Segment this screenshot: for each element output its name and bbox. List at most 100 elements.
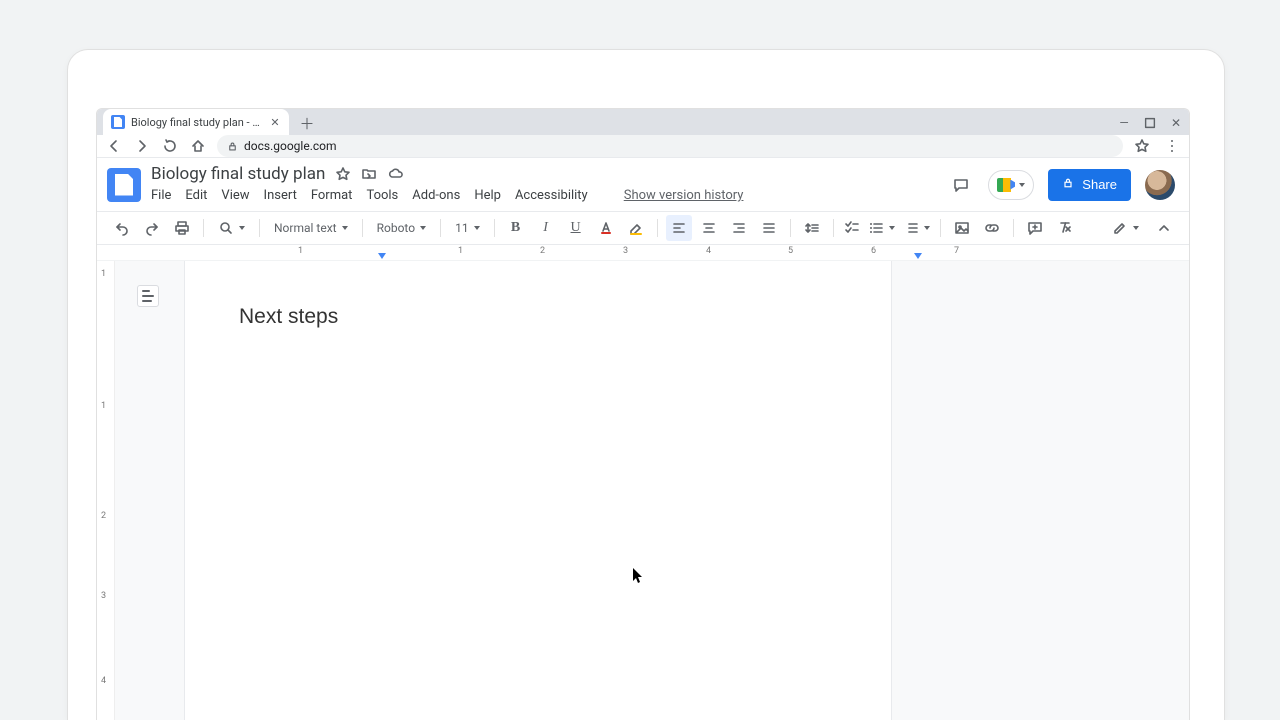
workspace: 11234 Next steps — [97, 261, 1189, 720]
share-label: Share — [1082, 177, 1117, 192]
forward-button[interactable] — [133, 137, 151, 155]
chevron-down-icon — [924, 226, 930, 230]
font-dropdown[interactable]: Roboto — [371, 215, 432, 241]
print-button[interactable] — [169, 215, 195, 241]
editing-mode-dropdown[interactable] — [1106, 215, 1145, 241]
browser-menu-icon[interactable] — [1163, 137, 1181, 155]
chevron-down-icon — [474, 226, 480, 230]
docs-favicon-icon — [111, 115, 125, 129]
align-center-button[interactable] — [696, 215, 722, 241]
menu-addons[interactable]: Add-ons — [412, 186, 460, 205]
horizontal-ruler[interactable]: 11234567 — [97, 245, 1189, 261]
browser-window: Biology final study plan - Google D ✕ ＋ … — [96, 108, 1190, 720]
close-tab-icon[interactable]: ✕ — [269, 116, 281, 128]
version-history-link[interactable]: Show version history — [624, 188, 744, 203]
docs-app: Biology final study plan Fi — [97, 158, 1189, 720]
address-bar: docs.google.com — [97, 135, 1189, 158]
menu-format[interactable]: Format — [311, 186, 353, 205]
new-tab-button[interactable]: ＋ — [295, 111, 319, 135]
menu-tools[interactable]: Tools — [366, 186, 398, 205]
ruler-tick: 1 — [298, 246, 303, 256]
chevron-down-icon — [239, 226, 245, 230]
style-label: Normal text — [274, 221, 337, 235]
mouse-cursor-icon — [632, 567, 644, 585]
ruler-tick: 1 — [458, 246, 463, 256]
omnibox[interactable]: docs.google.com — [217, 135, 1123, 157]
lock-icon — [227, 141, 238, 152]
ruler-tick: 4 — [706, 246, 711, 256]
app-header: Biology final study plan Fi — [97, 158, 1189, 205]
align-justify-button[interactable] — [756, 215, 782, 241]
show-outline-button[interactable] — [137, 285, 159, 307]
undo-button[interactable] — [109, 215, 135, 241]
text-color-button[interactable] — [593, 215, 619, 241]
ruler-tick: 3 — [623, 246, 628, 256]
vruler-tick: 1 — [101, 401, 106, 411]
line-spacing-button[interactable] — [799, 215, 825, 241]
lock-icon — [1062, 177, 1074, 192]
vertical-ruler[interactable]: 11234 — [97, 261, 115, 720]
bold-button[interactable]: B — [503, 215, 529, 241]
tab-strip: Biology final study plan - Google D ✕ ＋ … — [97, 109, 1189, 135]
underline-button[interactable]: U — [563, 215, 589, 241]
menu-file[interactable]: File — [151, 186, 171, 205]
menu-insert[interactable]: Insert — [264, 186, 297, 205]
minimize-icon[interactable]: — — [1117, 116, 1131, 130]
add-comment-button[interactable] — [1022, 215, 1048, 241]
font-size-dropdown[interactable]: 11 — [449, 215, 486, 241]
checklist-button[interactable] — [842, 215, 862, 241]
move-folder-icon[interactable] — [361, 166, 377, 182]
vruler-tick: 2 — [101, 511, 106, 521]
ruler-tick: 5 — [788, 246, 793, 256]
document-page[interactable]: Next steps — [185, 261, 891, 720]
chevron-down-icon — [889, 226, 895, 230]
chevron-down-icon — [342, 226, 348, 230]
right-indent-marker[interactable] — [914, 253, 922, 259]
align-left-button[interactable] — [666, 215, 692, 241]
chevron-down-icon — [420, 226, 426, 230]
insert-image-button[interactable] — [949, 215, 975, 241]
vruler-tick: 3 — [101, 591, 106, 601]
left-indent-marker[interactable] — [378, 253, 386, 259]
paragraph-style-dropdown[interactable]: Normal text — [268, 215, 354, 241]
highlight-button[interactable] — [623, 215, 649, 241]
align-right-button[interactable] — [726, 215, 752, 241]
bulleted-list-button[interactable] — [866, 215, 897, 241]
reload-button[interactable] — [161, 137, 179, 155]
menu-help[interactable]: Help — [474, 186, 501, 205]
heading-next-steps[interactable]: Next steps — [239, 305, 837, 329]
open-comments-icon[interactable] — [948, 172, 974, 198]
docs-logo-icon[interactable] — [107, 168, 141, 202]
back-button[interactable] — [105, 137, 123, 155]
ruler-tick: 6 — [871, 246, 876, 256]
chevron-down-icon — [1019, 183, 1025, 187]
menu-accessibility[interactable]: Accessibility — [515, 186, 588, 205]
star-icon[interactable] — [335, 166, 351, 182]
menu-edit[interactable]: Edit — [185, 186, 207, 205]
tab-title: Biology final study plan - Google D — [131, 116, 263, 129]
meet-icon — [997, 178, 1015, 192]
window-controls: — ✕ — [1117, 109, 1183, 137]
numbered-list-button[interactable] — [901, 215, 932, 241]
url-text: docs.google.com — [244, 139, 337, 153]
cloud-status-icon[interactable] — [387, 166, 403, 182]
meet-button[interactable] — [988, 170, 1034, 200]
clear-formatting-button[interactable] — [1052, 215, 1078, 241]
redo-button[interactable] — [139, 215, 165, 241]
zoom-dropdown[interactable] — [212, 215, 251, 241]
home-button[interactable] — [189, 137, 207, 155]
insert-link-button[interactable] — [979, 215, 1005, 241]
browser-tab[interactable]: Biology final study plan - Google D ✕ — [103, 109, 289, 135]
account-avatar[interactable] — [1145, 170, 1175, 200]
menu-view[interactable]: View — [221, 186, 249, 205]
close-window-icon[interactable]: ✕ — [1169, 116, 1183, 130]
ruler-tick: 2 — [540, 246, 545, 256]
bookmark-star-icon[interactable] — [1133, 137, 1151, 155]
menu-bar: File Edit View Insert Format Tools Add-o… — [151, 186, 938, 205]
document-title[interactable]: Biology final study plan — [151, 164, 325, 184]
hide-menus-button[interactable] — [1151, 215, 1177, 241]
share-button[interactable]: Share — [1048, 169, 1131, 201]
maximize-icon[interactable] — [1143, 116, 1157, 130]
font-label: Roboto — [377, 221, 415, 235]
italic-button[interactable]: I — [533, 215, 559, 241]
